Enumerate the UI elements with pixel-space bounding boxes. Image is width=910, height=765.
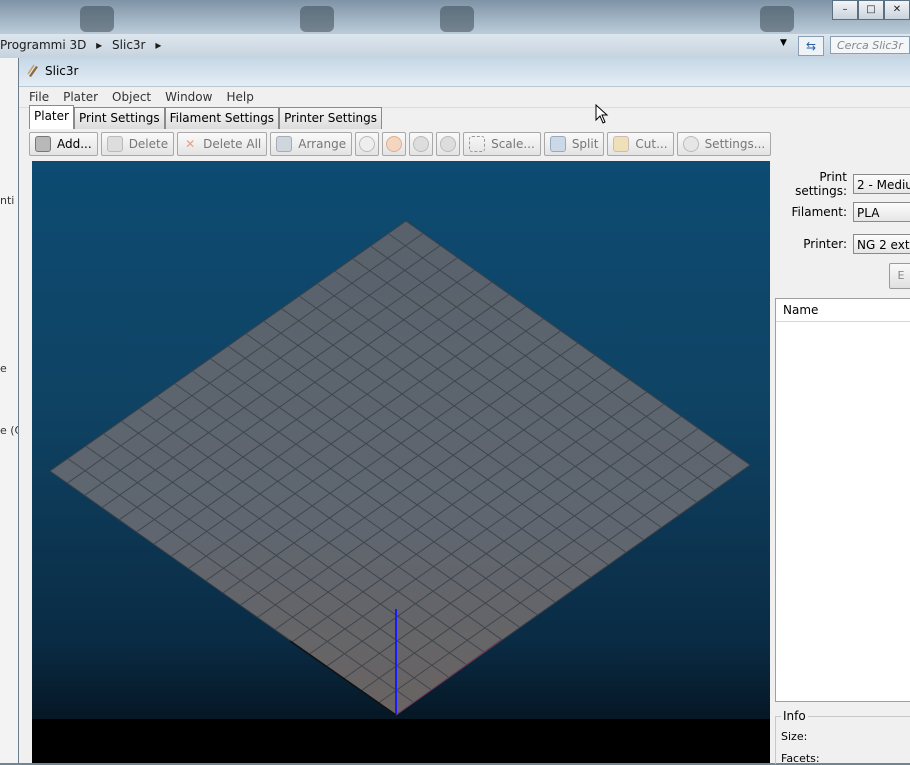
breadcrumb[interactable]: Programmi 3D ▸ Slic3r ▸ (0, 38, 167, 52)
arrange-button[interactable]: Arrange (270, 132, 353, 156)
slic3r-window: Slic3r File Plater Object Window Help Pl… (18, 58, 910, 765)
increase-button[interactable] (355, 132, 380, 156)
rotate-right-icon (440, 136, 457, 152)
tab-printer-settings[interactable]: Printer Settings (279, 107, 383, 129)
info-title: Info (781, 709, 808, 723)
breadcrumb-item[interactable]: Slic3r (112, 38, 145, 52)
gear-icon (682, 136, 699, 152)
print-settings-row: Print settings: 2 - Mediun (775, 170, 910, 198)
tab-filament-settings[interactable]: Filament Settings (164, 107, 280, 129)
minus-icon (386, 136, 403, 152)
background-sidebar: nti e e (C (0, 58, 19, 763)
rotate-right-button[interactable] (436, 132, 461, 156)
background-icon (80, 6, 114, 32)
scale-button[interactable]: Scale... (463, 132, 541, 156)
cut-button[interactable]: Cut... (607, 132, 674, 156)
menu-object[interactable]: Object (112, 90, 151, 104)
delete-all-button-label: Delete All (203, 137, 262, 151)
split-button[interactable]: Split (543, 132, 605, 156)
tab-plater[interactable]: Plater (29, 105, 74, 129)
menu-file[interactable]: File (29, 90, 49, 104)
split-icon (549, 136, 566, 152)
print-settings-select[interactable]: 2 - Mediun (853, 174, 910, 194)
slic3r-logo-icon (27, 64, 38, 77)
viewport-bottom-shadow (32, 719, 770, 763)
background-icon (300, 6, 334, 32)
object-settings-button[interactable]: Settings... (676, 132, 772, 156)
close-button[interactable]: ✕ (884, 0, 910, 20)
cut-button-label: Cut... (635, 137, 668, 151)
delete-icon (106, 136, 123, 152)
menu-plater[interactable]: Plater (63, 90, 98, 104)
right-panel: Print settings: 2 - Mediun Filament: PLA… (775, 161, 910, 765)
menu-bar: File Plater Object Window Help (19, 87, 910, 108)
chevron-right-icon: ▸ (155, 38, 162, 52)
add-button-label: Add... (57, 137, 92, 151)
printer-row: Printer: NG 2 extru (775, 234, 910, 254)
filament-select[interactable]: PLA (853, 202, 910, 222)
chevron-right-icon: ▸ (96, 38, 103, 52)
tab-bar: Plater Print Settings Filament Settings … (29, 105, 383, 129)
menu-help[interactable]: Help (226, 90, 253, 104)
export-gcode-button[interactable]: E (889, 263, 910, 289)
object-list[interactable]: Name (775, 298, 910, 702)
window-title: Slic3r (45, 64, 79, 78)
filament-row: Filament: PLA (775, 202, 910, 222)
truncated-text: e (C (0, 424, 18, 437)
scale-icon (469, 136, 486, 152)
delete-button[interactable]: Delete (100, 132, 175, 156)
truncated-text: nti (0, 194, 15, 207)
search-input[interactable]: Cerca Slic3r (830, 36, 910, 54)
menu-window[interactable]: Window (165, 90, 212, 104)
printer-select[interactable]: NG 2 extru (853, 234, 910, 254)
background-icon (760, 6, 794, 32)
minimize-button[interactable]: – (832, 0, 858, 20)
print-bed (49, 220, 751, 716)
export-button-label: E (897, 269, 905, 282)
tab-print-settings[interactable]: Print Settings (73, 107, 165, 129)
mouse-pointer-icon (595, 104, 609, 124)
maximize-button[interactable]: □ (858, 0, 884, 20)
cut-icon (613, 136, 630, 152)
print-settings-label: Print settings: (795, 170, 847, 198)
3d-viewport[interactable] (32, 161, 770, 763)
arrange-button-label: Arrange (298, 137, 347, 151)
scale-button-label: Scale... (491, 137, 535, 151)
plus-icon (359, 136, 376, 152)
chevron-down-icon[interactable]: ▼ (780, 38, 787, 48)
delete-all-button[interactable]: ✕ Delete All (177, 132, 268, 156)
window-controls: – □ ✕ (832, 0, 910, 20)
plater-toolbar: Add... Delete ✕ Delete All Arrange Scale… (29, 132, 774, 156)
rotate-left-button[interactable] (409, 132, 434, 156)
info-box: Info Size: Facets: (775, 709, 910, 765)
name-column-header[interactable]: Name (776, 299, 910, 322)
object-settings-button-label: Settings... (704, 137, 766, 151)
delete-button-label: Delete (128, 137, 169, 151)
printer-label: Printer: (803, 237, 847, 251)
add-button[interactable]: Add... (29, 132, 98, 156)
truncated-text: e (0, 362, 7, 375)
split-button-label: Split (571, 137, 599, 151)
filament-label: Filament: (791, 205, 847, 219)
arrange-icon (276, 136, 293, 152)
facets-label: Facets: (781, 752, 820, 765)
refresh-icon[interactable]: ⇆ (798, 36, 824, 56)
background-icon (440, 6, 474, 32)
address-bar: Programmi 3D ▸ Slic3r ▸ ▼ ⇆ Cerca Slic3r (0, 34, 910, 59)
title-bar: Slic3r (19, 58, 910, 87)
add-icon (35, 136, 51, 152)
size-label: Size: (781, 730, 808, 743)
close-icon: ✕ (185, 137, 196, 151)
breadcrumb-item[interactable]: Programmi 3D (0, 38, 86, 52)
decrease-button[interactable] (382, 132, 407, 156)
rotate-left-icon (413, 136, 430, 152)
